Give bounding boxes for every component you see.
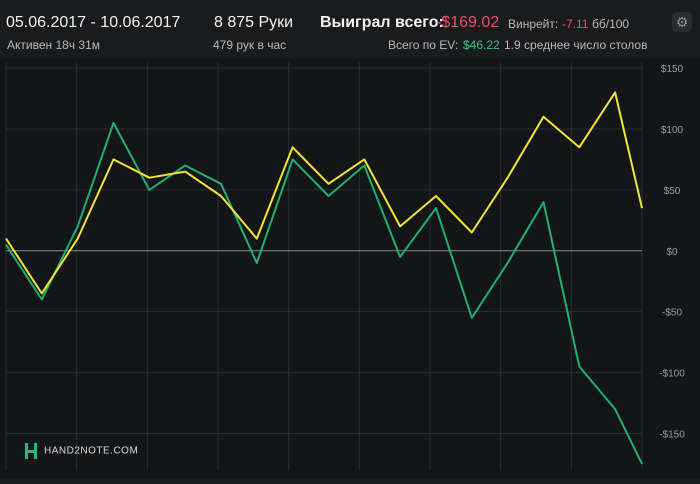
y-tick-label: $0: [666, 247, 678, 258]
ev-total-value: $46.22: [463, 38, 500, 52]
winrate-label: Винрейт:: [508, 17, 559, 31]
hand2note-logo: HAND2NOTE.COM: [24, 442, 138, 460]
gear-icon[interactable]: ⚙: [672, 12, 692, 32]
hand2note-logo-icon: [25, 443, 37, 459]
profit-chart: -$150 -$100 -$50 $0 $50 $100 $150: [0, 58, 700, 479]
average-tables: 1.9 среднее число столов: [504, 38, 648, 52]
y-tick-label: $100: [661, 125, 684, 136]
ev-total-label: Всего по EV:: [388, 38, 459, 52]
hands-per-hour: 479 рук в час: [213, 38, 287, 52]
y-tick-label: $50: [664, 186, 681, 197]
winrate-value: -7.11: [562, 17, 589, 31]
y-axis-labels: -$150 -$100 -$50 $0 $50 $100 $150: [659, 64, 685, 440]
y-tick-label: -$50: [662, 308, 682, 319]
ev-line: [5, 91, 643, 295]
won-total-value: -$169.02: [436, 14, 500, 31]
logo-text: HAND2NOTE.COM: [44, 445, 139, 457]
chart-series: [5, 91, 643, 465]
y-tick-label: $150: [661, 64, 684, 75]
profit-chart-svg: -$150 -$100 -$50 $0 $50 $100 $150: [5, 62, 685, 470]
hands-count: 8 875 Руки: [214, 14, 294, 31]
chart-grid: [5, 62, 643, 470]
active-time: Активен 18ч 31м: [7, 38, 100, 52]
net-won-line: [5, 121, 643, 465]
date-range: 05.06.2017 - 10.06.2017: [6, 14, 181, 31]
won-total-label: Выиграл всего:: [320, 14, 444, 31]
y-tick-label: -$150: [659, 429, 685, 440]
winrate-unit: бб/100: [592, 17, 630, 31]
stats-header: 05.06.2017 - 10.06.2017 Активен 18ч 31м …: [0, 0, 700, 58]
y-tick-label: -$100: [659, 369, 685, 380]
